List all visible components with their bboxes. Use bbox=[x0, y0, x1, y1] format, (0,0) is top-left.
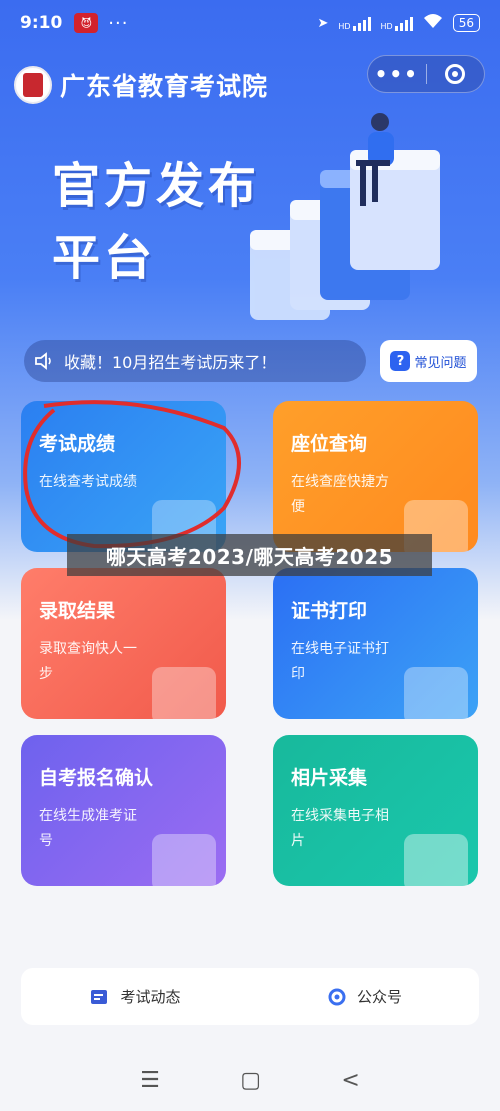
exam-news-label: 考试动态 bbox=[120, 988, 181, 1006]
card-self-exam-registration[interactable]: 自考报名确认 在线生成准考证号 bbox=[21, 735, 226, 886]
target-icon bbox=[445, 64, 466, 84]
card-desc: 在线生成准考证号 bbox=[39, 808, 137, 849]
card-desc: 在线查考试成绩 bbox=[39, 474, 137, 490]
official-account-label: 公众号 bbox=[356, 988, 402, 1006]
card-seat-lookup[interactable]: 座位查询 在线查座快捷方便 bbox=[273, 401, 478, 552]
close-miniapp-button[interactable] bbox=[426, 64, 484, 84]
question-icon: ? bbox=[390, 351, 411, 371]
notice-text: 收藏！10月招生考试历来了！ bbox=[64, 353, 277, 372]
battery-icon: 56 bbox=[452, 14, 480, 32]
more-menu-button[interactable]: ••• bbox=[368, 62, 426, 86]
card-title: 录取结果 bbox=[39, 600, 116, 622]
recent-apps-button[interactable]: ☰ bbox=[140, 1068, 160, 1093]
news-icon bbox=[91, 989, 108, 1004]
id-photo-icon bbox=[404, 834, 468, 886]
card-desc: 在线采集电子相片 bbox=[291, 808, 389, 849]
card-certificate-print[interactable]: 证书打印 在线电子证书打印 bbox=[273, 568, 478, 719]
bottom-bar: 考试动态 公众号 bbox=[21, 968, 479, 1025]
speaker-icon bbox=[35, 352, 51, 370]
search-document-icon bbox=[152, 667, 216, 719]
status-bar: 9:10 😈 ··· ➤ HD HD 56 bbox=[0, 0, 500, 46]
org-logo-icon bbox=[14, 66, 52, 104]
exam-news-button[interactable]: 考试动态 bbox=[21, 986, 250, 1007]
back-button[interactable]: < bbox=[341, 1068, 359, 1093]
miniapp-capsule: ••• bbox=[367, 55, 485, 93]
card-title: 相片采集 bbox=[291, 767, 368, 789]
camera-icon bbox=[152, 834, 216, 886]
signal-icon-2: HD bbox=[381, 15, 413, 31]
signal-label-1: HD bbox=[338, 22, 351, 31]
signal-icon-1: HD bbox=[338, 15, 371, 31]
card-exam-scores[interactable]: 考试成绩 在线查考试成绩 bbox=[21, 401, 226, 552]
more-notifications-icon: ··· bbox=[108, 12, 129, 34]
card-title: 座位查询 bbox=[291, 433, 368, 455]
app-notification-icon: 😈 bbox=[74, 13, 99, 33]
card-desc: 录取查询快人一步 bbox=[39, 641, 137, 682]
banner-title-line2: 平台 bbox=[52, 230, 157, 286]
wifi-icon bbox=[423, 13, 443, 33]
status-icons: ➤ HD HD 56 bbox=[317, 13, 480, 33]
card-photo-collection[interactable]: 相片采集 在线采集电子相片 bbox=[273, 735, 478, 886]
official-account-button[interactable]: 公众号 bbox=[250, 986, 479, 1007]
banner-title: 官方发布 平台 bbox=[52, 150, 260, 294]
notice-bar[interactable]: 收藏！10月招生考试历来了！ bbox=[24, 340, 366, 382]
card-title: 证书打印 bbox=[291, 600, 368, 622]
card-title: 考试成绩 bbox=[39, 433, 116, 455]
org-name: 广东省教育考试院 bbox=[60, 72, 269, 101]
card-admission-results[interactable]: 录取结果 录取查询快人一步 bbox=[21, 568, 226, 719]
card-title: 自考报名确认 bbox=[39, 767, 154, 789]
system-nav-bar: ☰ ▢ < bbox=[0, 1050, 500, 1111]
faq-button[interactable]: ? 常见问题 bbox=[380, 340, 477, 382]
banner-title-line1: 官方发布 bbox=[52, 158, 261, 214]
card-desc: 在线查座快捷方便 bbox=[291, 474, 389, 515]
location-arrow-icon: ➤ bbox=[317, 15, 329, 31]
official-account-icon bbox=[328, 988, 346, 1005]
card-desc: 在线电子证书打印 bbox=[291, 641, 389, 682]
status-time: 9:10 bbox=[20, 13, 63, 33]
certificate-icon bbox=[404, 667, 468, 719]
faq-label: 常见问题 bbox=[414, 355, 467, 371]
books-illustration bbox=[250, 113, 440, 320]
overlay-title: 哪天高考2023/哪天高考2025 bbox=[67, 534, 432, 576]
home-button[interactable]: ▢ bbox=[240, 1068, 261, 1093]
signal-label-2: HD bbox=[380, 22, 393, 31]
page-header: 广东省教育考试院 bbox=[14, 66, 268, 104]
